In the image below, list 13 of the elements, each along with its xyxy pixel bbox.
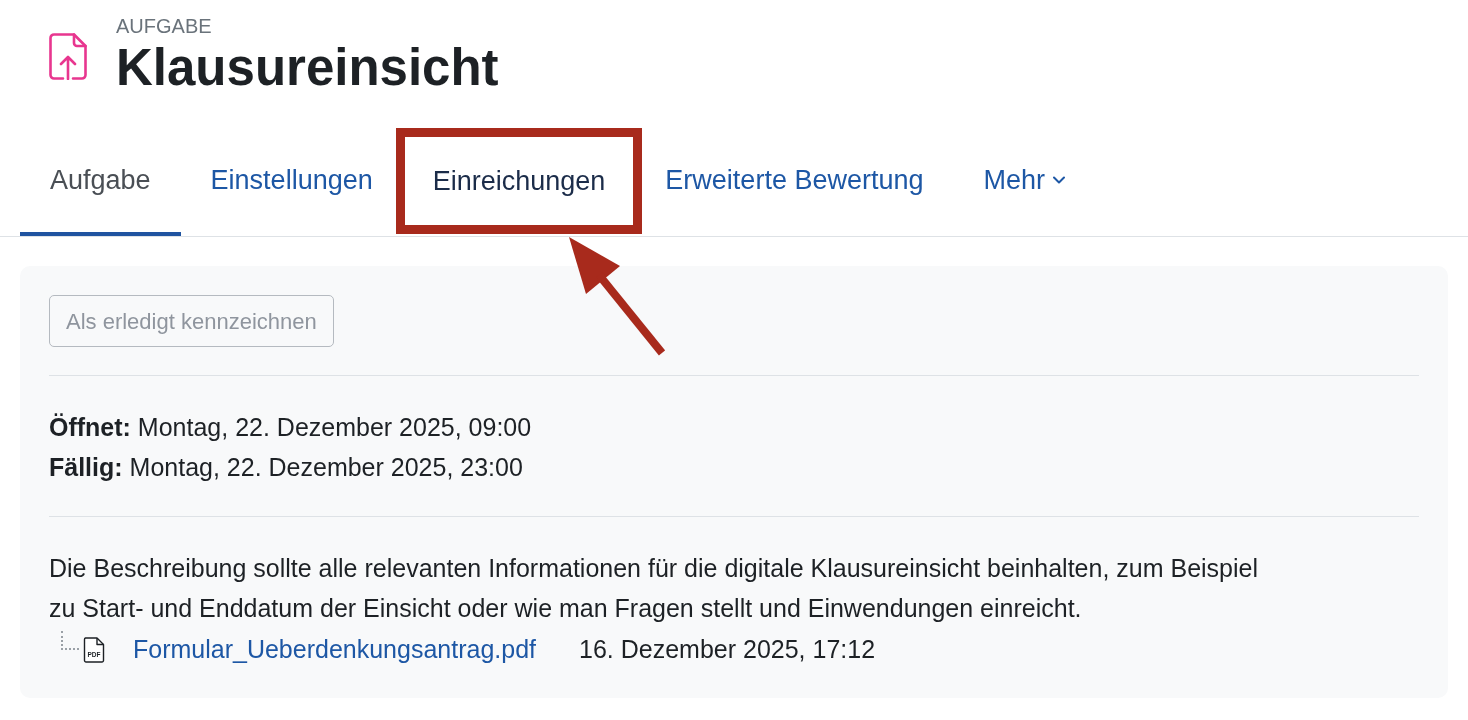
tab[interactable]: Einreichungen	[395, 128, 643, 234]
module-type-label: AUFGABE	[116, 14, 212, 38]
file-upload-icon	[49, 32, 87, 80]
chevron-down-icon	[1053, 176, 1065, 184]
date-line: Öffnet: Montag, 22. Dezember 2025, 09:00	[49, 412, 532, 443]
date-line: Fällig: Montag, 22. Dezember 2025, 23:00	[49, 452, 523, 483]
description-text: Die Beschreibung sollte alle relevanten Informationen für die digitale Klausureinsicht beinhalten, zum Beispiel zu Start- und Enddatum der Einsicht oder wie man Fragen stellt und Einwendungen einreicht.	[49, 553, 1260, 624]
more-menu-tab[interactable]: Mehr	[953, 128, 1095, 236]
tree-connector-line	[61, 631, 79, 650]
tab[interactable]: Aufgabe	[20, 128, 181, 236]
page-title: Klausureinsicht	[116, 38, 499, 98]
file-link[interactable]: Formular_Ueberdenkungsantrag.pdf	[133, 631, 536, 669]
file-date: 16. Dezember 2025, 17:12	[579, 634, 876, 666]
